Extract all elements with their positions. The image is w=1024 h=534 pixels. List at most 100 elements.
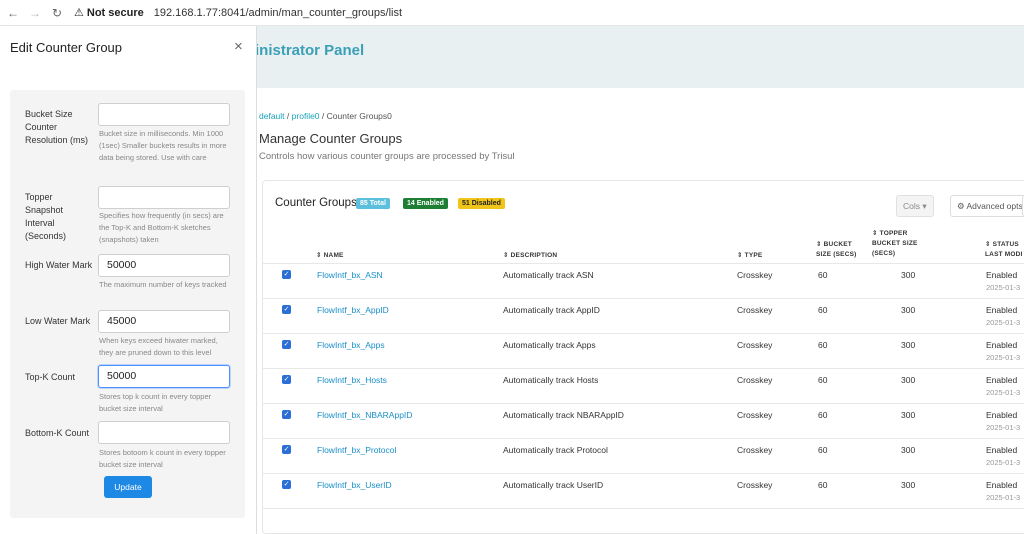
disabled-badge: 51 Disabled (458, 198, 505, 209)
row-status: Enabled (986, 445, 1018, 455)
bottom-k-count-label: Bottom-K Count (25, 428, 90, 438)
page-subtitle: Controls how various counter groups are … (259, 151, 515, 162)
topper-interval-input[interactable] (98, 186, 230, 209)
row-status: Enabled (986, 340, 1018, 350)
row-last-modified: 2025-01-3 (986, 493, 1021, 502)
row-status: Enabled (986, 305, 1018, 315)
row-divider (262, 333, 1024, 334)
row-topper-size: 300 (901, 375, 916, 385)
breadcrumb-separator: / (286, 111, 290, 121)
row-divider (262, 508, 1024, 509)
top-k-count-help: Stores top k count in every topper bucke… (99, 392, 212, 413)
row-checkbox[interactable]: ✓ (282, 305, 291, 314)
row-status: Enabled (986, 480, 1018, 490)
row-description: Automatically track Hosts (503, 375, 599, 385)
update-button[interactable]: Update (104, 476, 152, 498)
warning-icon[interactable]: ⚠ (74, 6, 84, 19)
row-type: Crosskey (737, 340, 773, 350)
row-checkbox[interactable]: ✓ (282, 480, 291, 489)
row-status: Enabled (986, 270, 1018, 280)
row-topper-size: 300 (901, 410, 916, 420)
row-topper-size: 300 (901, 270, 916, 280)
breadcrumb: default / profile0 / Counter Groups0 (259, 111, 392, 121)
row-name-link[interactable]: FlowIntf_bx_NBARAppID (317, 410, 412, 420)
breadcrumb-separator: / (321, 111, 325, 121)
bucket-size-input[interactable] (98, 103, 230, 126)
low-water-mark-label: Low Water Mark (25, 316, 91, 326)
row-description: Automatically track Protocol (503, 445, 608, 455)
header-divider (262, 263, 1024, 264)
topper-interval-help: Specifies how frequently (in secs) are t… (99, 211, 224, 244)
col-header-name[interactable]: ⇕ NAME (316, 251, 344, 261)
close-icon[interactable]: × (234, 38, 243, 55)
row-name-link[interactable]: FlowIntf_bx_Hosts (317, 375, 387, 385)
row-checkbox[interactable]: ✓ (282, 270, 291, 279)
row-type: Crosskey (737, 305, 773, 315)
cols-button[interactable]: Cols ▾ (896, 195, 934, 217)
row-type: Crosskey (737, 480, 773, 490)
low-water-mark-help: When keys exceed hiwater marked, they ar… (99, 336, 218, 357)
high-water-mark-input[interactable]: 50000 (98, 254, 230, 277)
row-bucket-size: 60 (818, 340, 828, 350)
col-header-description[interactable]: ⇕ DESCRIPTION (503, 251, 557, 261)
page-title: Manage Counter Groups (259, 131, 403, 146)
row-last-modified: 2025-01-3 (986, 353, 1021, 362)
row-last-modified: 2025-01-3 (986, 388, 1021, 397)
bottom-k-count-input[interactable] (98, 421, 230, 444)
col-header-status[interactable]: ⇕ STATUS LAST MODI (985, 240, 1024, 260)
forward-icon[interactable]: → (26, 6, 44, 20)
row-name-link[interactable]: FlowIntf_bx_UserID (317, 480, 392, 490)
row-name-link[interactable]: FlowIntf_bx_ASN (317, 270, 383, 280)
top-k-count-label: Top-K Count (25, 372, 76, 382)
row-bucket-size: 60 (818, 270, 828, 280)
breadcrumb-default[interactable]: default (259, 111, 285, 121)
high-water-mark-help: The maximum number of keys tracked (99, 280, 227, 289)
row-last-modified: 2025-01-3 (986, 318, 1021, 327)
row-checkbox[interactable]: ✓ (282, 445, 291, 454)
row-bucket-size: 60 (818, 445, 828, 455)
bottom-k-count-help: Stores botoom k count in every topper bu… (99, 448, 226, 469)
row-type: Crosskey (737, 375, 773, 385)
browser-toolbar: ← → ↻ ⚠ Not secure 192.168.1.77:8041/adm… (0, 0, 1024, 26)
row-bucket-size: 60 (818, 480, 828, 490)
row-checkbox[interactable]: ✓ (282, 410, 291, 419)
col-header-topper-bucket-size[interactable]: ⇕ TOPPER BUCKET SIZE (SECS) (872, 229, 922, 259)
row-type: Crosskey (737, 410, 773, 420)
reload-icon[interactable]: ↻ (48, 6, 66, 20)
col-header-type[interactable]: ⇕ TYPE (737, 251, 762, 261)
row-status: Enabled (986, 375, 1018, 385)
breadcrumb-current: Counter Groups0 (326, 111, 392, 121)
row-description: Automatically track NBARAppID (503, 410, 624, 420)
breadcrumb-profile[interactable]: profile0 (292, 111, 320, 121)
advanced-opts-button[interactable]: ⚙ Advanced opts (950, 195, 1024, 217)
row-description: Automatically track AppID (503, 305, 600, 315)
row-divider (262, 438, 1024, 439)
low-water-mark-input[interactable]: 45000 (98, 310, 230, 333)
row-type: Crosskey (737, 270, 773, 280)
high-water-mark-label: High Water Mark (25, 260, 93, 270)
row-type: Crosskey (737, 445, 773, 455)
row-checkbox[interactable]: ✓ (282, 340, 291, 349)
row-divider (262, 403, 1024, 404)
row-bucket-size: 60 (818, 305, 828, 315)
row-name-link[interactable]: FlowIntf_bx_AppID (317, 305, 389, 315)
row-bucket-size: 60 (818, 410, 828, 420)
row-name-link[interactable]: FlowIntf_bx_Apps (317, 340, 385, 350)
back-icon[interactable]: ← (4, 6, 22, 20)
row-divider (262, 298, 1024, 299)
row-topper-size: 300 (901, 480, 916, 490)
address-bar[interactable]: 192.168.1.77:8041/admin/man_counter_grou… (154, 7, 402, 19)
topper-interval-label: Topper Snapshot Interval (Seconds) (25, 192, 67, 241)
row-topper-size: 300 (901, 445, 916, 455)
row-bucket-size: 60 (818, 375, 828, 385)
not-secure-label[interactable]: Not secure (87, 7, 144, 19)
bucket-size-help: Bucket size in milliseconds. Min 1000 (1… (99, 129, 227, 162)
row-name-link[interactable]: FlowIntf_bx_Protocol (317, 445, 396, 455)
enabled-badge: 14 Enabled (403, 198, 448, 209)
col-header-bucket-size[interactable]: ⇕ BUCKET SIZE (SECS) (816, 240, 866, 260)
top-k-count-input[interactable]: 50000 (98, 365, 230, 388)
row-status: Enabled (986, 410, 1018, 420)
row-checkbox[interactable]: ✓ (282, 375, 291, 384)
card-title: Counter Groups (275, 197, 357, 209)
row-description: Automatically track ASN (503, 270, 594, 280)
